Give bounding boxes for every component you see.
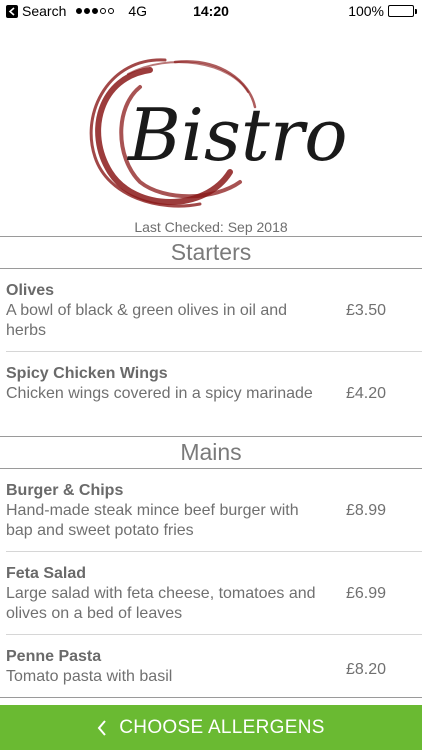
choose-allergens-label: CHOOSE ALLERGENS xyxy=(119,716,325,738)
battery-percent: 100% xyxy=(348,3,384,19)
menu-item[interactable]: Olives A bowl of black & green olives in… xyxy=(0,269,422,352)
bistro-logo: Bistro xyxy=(80,52,348,212)
menu-item[interactable]: Spicy Chicken Wings Chicken wings covere… xyxy=(0,352,422,436)
item-description: Tomato pasta with basil xyxy=(6,668,173,685)
item-description: Chicken wings covered in a spicy marinad… xyxy=(6,385,313,402)
menu-item[interactable]: Feta Salad Large salad with feta cheese,… xyxy=(0,552,422,635)
choose-allergens-button[interactable]: CHOOSE ALLERGENS xyxy=(0,705,422,750)
menu-item[interactable]: Penne Pasta Tomato pasta with basil £8.2… xyxy=(0,635,422,705)
item-price: £6.99 xyxy=(345,584,386,602)
item-description: A bowl of black & green olives in oil an… xyxy=(6,302,288,339)
item-price: £8.99 xyxy=(345,501,386,519)
menu-list: Starters Olives A bowl of black & green … xyxy=(0,236,422,705)
menu-item[interactable]: Burger & Chips Hand-made steak mince bee… xyxy=(0,469,422,552)
item-description: Hand-made steak mince beef burger with b… xyxy=(6,502,299,539)
last-checked-date: Last Checked: Sep 2018 xyxy=(134,219,288,235)
item-price: £3.50 xyxy=(345,301,386,319)
item-description: Large salad with feta cheese, tomatoes a… xyxy=(6,585,316,622)
item-price: £8.20 xyxy=(345,661,386,678)
next-section-divider xyxy=(0,697,422,705)
chevron-left-icon xyxy=(97,719,107,736)
section-header-mains: Mains xyxy=(0,436,422,469)
logo-wordmark: Bistro xyxy=(126,93,345,177)
section-header-starters: Starters xyxy=(0,236,422,269)
battery-icon xyxy=(388,5,417,17)
item-price: £4.20 xyxy=(345,385,386,402)
status-bar: Search 4G 14:20 100% xyxy=(0,0,422,24)
status-right: 100% xyxy=(348,3,417,19)
